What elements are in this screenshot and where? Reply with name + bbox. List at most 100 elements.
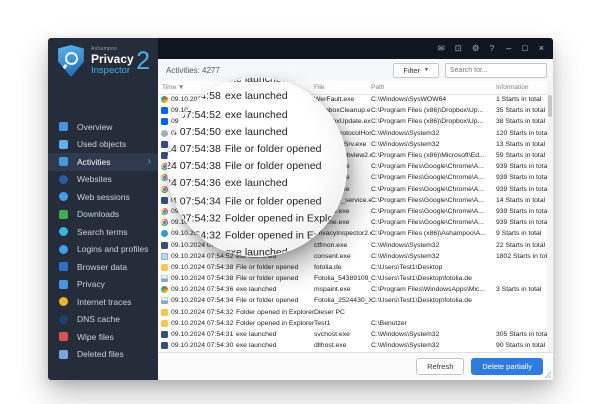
cell-information: 13 Starts in total: [496, 140, 546, 148]
downloads-icon: [59, 209, 68, 219]
table-row[interactable]: 09.10.2024 07:54:30 exe launched dllhost.e…: [158, 340, 547, 351]
column-header-information[interactable]: Information: [494, 84, 547, 91]
sidebar-item-web-sessions[interactable]: Web sessions: [48, 188, 158, 206]
sidebar-item-privacy[interactable]: Privacy: [48, 276, 158, 294]
cell-path: C:\Windows\System32: [371, 241, 440, 249]
filter-button-label: Filter: [403, 65, 421, 75]
sidebar-item-label: Web sessions: [77, 191, 130, 202]
cell-time: 09.10.2024 07:54:30: [171, 342, 234, 350]
footer-bar: Refresh Delete partially: [158, 352, 553, 380]
row-icon-cell: [158, 263, 171, 271]
logins-icon: [59, 244, 68, 254]
titlebar: ✉ ⊡ ⚙? – □ ×: [158, 38, 553, 59]
cell-path: C:\Program Files\Google\Chrome\A...: [371, 174, 484, 182]
folder-icon: [161, 319, 168, 327]
minimize-icon[interactable]: –: [506, 44, 511, 53]
cell-information: 1 Starts in total: [496, 96, 542, 104]
table-row[interactable]: 09.10.2024 07:54:32Folder opened in Expl…: [158, 307, 547, 318]
filter-button[interactable]: Filter ▼: [393, 62, 439, 78]
sidebar-item-used-objects[interactable]: Used objects: [48, 136, 158, 154]
row-icon-cell: [158, 319, 171, 327]
folder-icon: [161, 263, 168, 271]
cell-path: C:\Program Files\Google\Chrome\A...: [371, 207, 484, 215]
image-icon: [161, 275, 168, 283]
row-icon-cell: [158, 286, 171, 294]
image-icon: [161, 297, 168, 305]
chevron-right-icon: ›: [147, 155, 151, 167]
cell-information: 939 Starts in total: [496, 219, 547, 227]
cell-information: 35 Starts in total: [496, 107, 546, 115]
app-logo-text: Ashampoo Privacy Inspector: [91, 46, 134, 76]
settings-gear-icon[interactable]: ⚙: [472, 44, 480, 53]
sidebar-item-label: Privacy: [77, 279, 105, 290]
table-row[interactable]: 09.10.2024 07:54:32Folder opened in Expl…: [158, 318, 547, 329]
row-icon-cell: [158, 342, 171, 350]
sidebar-item-label: Activities: [77, 156, 111, 167]
app-logo: Ashampoo Privacy Inspector 2: [48, 38, 158, 104]
search-input[interactable]: [445, 62, 547, 78]
scrollbar-thumb[interactable]: [548, 95, 552, 117]
table-row[interactable]: 09.10.2024 07:54:36 exe launched mspaint.e…: [158, 284, 547, 295]
column-header-path[interactable]: Path: [369, 84, 494, 91]
window-controls: – □ ×: [506, 44, 544, 53]
app-version: 2: [136, 47, 150, 75]
cell-information: 305 Starts in total: [496, 331, 547, 339]
sidebar-item-activities[interactable]: Activities ›: [48, 153, 158, 171]
cell-path: C:\Windows\System32: [371, 140, 440, 148]
sidebar-item-search-terms[interactable]: Search terms: [48, 223, 158, 241]
refresh-button[interactable]: Refresh: [416, 358, 465, 375]
sidebar-item-wipe-files[interactable]: Wipe files: [48, 328, 158, 346]
cell-path: C:\Program Files\Google\Chrome\A...: [371, 163, 484, 171]
vertical-scrollbar[interactable]: [547, 81, 553, 352]
sidebar-item-browser-data[interactable]: Browser data: [48, 258, 158, 276]
search-terms-icon: [59, 227, 68, 237]
sidebar-item-websites[interactable]: Websites: [48, 171, 158, 189]
privacy-icon: [59, 279, 68, 289]
table-row[interactable]: 09.10.2024 07:54:31 exe launched svchost.e…: [158, 329, 547, 340]
sidebar-item-deleted-files[interactable]: Deleted files: [48, 346, 158, 364]
sidebar-item-dns-cache[interactable]: DNS cache: [48, 311, 158, 329]
row-icon-cell: [158, 297, 171, 305]
cell-time: 09.10.2024 07:54:32: [171, 319, 234, 327]
sidebar-item-label: Search terms: [77, 226, 128, 237]
table-row[interactable]: 09.10.2024 07:54:38File or folder opened…: [158, 273, 547, 284]
cell-path: C:\Program Files (x86)\Dropbox\Up...: [371, 118, 484, 126]
app-logo-shield-icon: [58, 45, 84, 77]
table-row[interactable]: 09.10.2024 07:54:34File or folder opened…: [158, 295, 547, 306]
row-icon-cell: [158, 308, 171, 316]
app-window: ✉ ⊡ ⚙? – □ × Ashampoo Privacy Inspector 2 Ov…: [48, 38, 553, 380]
cell-description: exe launched: [236, 286, 277, 294]
help-icon[interactable]: ?: [490, 44, 495, 53]
sidebar-item-downloads[interactable]: Downloads: [48, 206, 158, 224]
sidebar-item-label: Deleted files: [77, 349, 124, 360]
sidebar-item-internet-traces[interactable]: Internet traces: [48, 293, 158, 311]
cell-information: 9 Starts in total: [496, 230, 542, 238]
overview-icon: [59, 122, 68, 132]
cell-information: 90 Starts in total: [496, 342, 546, 350]
magnifier-lens: Activities: 4277 Filter ▼ Time ▼Descript…: [167, 77, 347, 257]
cell-path: C:\Program Files (x86)\Microsoft\Ed...: [371, 152, 485, 160]
cell-path: C:\Windows\SysWOW64: [371, 96, 447, 104]
sidebar-item-label: Downloads: [77, 209, 120, 220]
cell-description: exe launched: [236, 342, 277, 350]
cell-information: 939 Starts in total: [496, 163, 547, 171]
sidebar: Ashampoo Privacy Inspector 2 Overview Use…: [48, 38, 158, 380]
cell-information: 939 Starts in total: [496, 174, 547, 182]
close-icon[interactable]: ×: [539, 44, 544, 53]
sidebar-item-label: Browser data: [77, 261, 128, 272]
maximize-icon[interactable]: □: [522, 44, 527, 53]
table-row[interactable]: 09.10.2024 07:54:38File or folder opened…: [158, 262, 547, 273]
web-sessions-icon: [59, 192, 68, 202]
cell-path: C:\Program Files\WindowsApps\Mic...: [371, 286, 486, 294]
sidebar-item-logins-and-profiles[interactable]: Logins and profiles: [48, 241, 158, 259]
app-name-line1: Privacy: [91, 51, 134, 66]
delete-partially-button[interactable]: Delete partially: [471, 358, 543, 375]
cell-time: 09.10.2024 07:54:38: [171, 275, 234, 283]
cell-description: exe launched: [236, 331, 277, 339]
internet-traces-icon: [59, 297, 68, 307]
browser-data-icon: [59, 262, 68, 272]
sidebar-item-overview[interactable]: Overview: [48, 118, 158, 136]
cell-time: 09.10.2024 07:54:31: [171, 331, 234, 339]
export-icon[interactable]: ⊡: [455, 44, 462, 53]
feedback-icon[interactable]: ✉: [438, 44, 445, 53]
